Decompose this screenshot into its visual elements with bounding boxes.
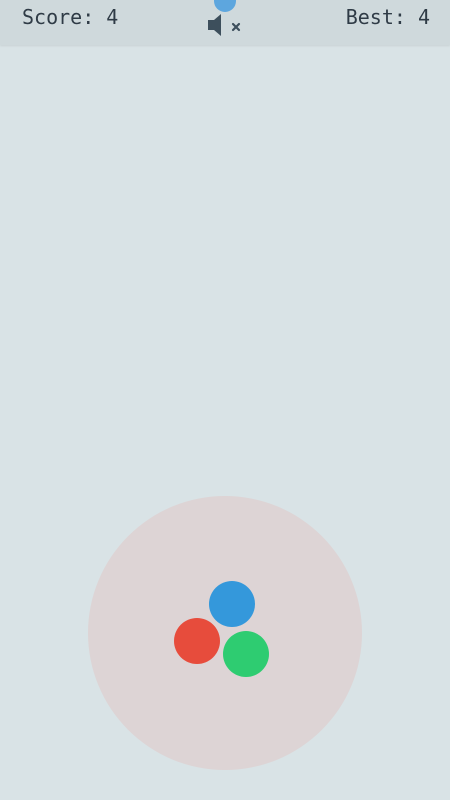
best-score-label: Best: 4 [345, 5, 430, 29]
score-label: Score: 4 [22, 5, 119, 29]
mute-button[interactable] [206, 11, 244, 39]
game-canvas[interactable]: Score: 4 Best: 4 [0, 0, 450, 800]
red-ball[interactable] [174, 618, 220, 664]
green-ball[interactable] [223, 631, 269, 677]
speaker-muted-icon [208, 14, 241, 36]
blue-ball[interactable] [209, 581, 255, 627]
play-area-circle[interactable] [88, 496, 362, 770]
